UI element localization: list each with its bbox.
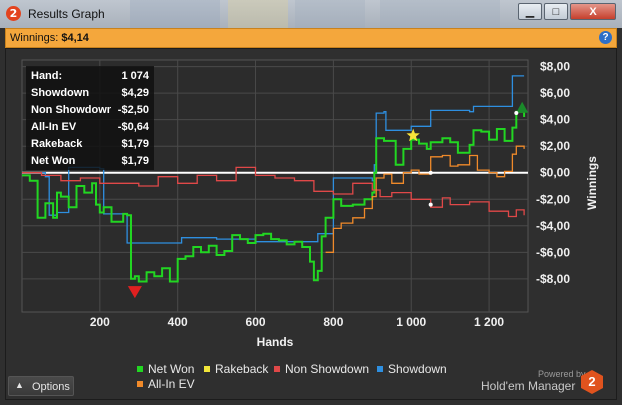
dot-marker — [514, 111, 519, 116]
legend-label: Rakeback — [215, 362, 269, 376]
dot-marker — [428, 170, 433, 175]
y-tick-label: $4,00 — [540, 113, 570, 127]
legend-swatch — [204, 366, 210, 372]
y-tick-label: $6,00 — [540, 86, 570, 100]
stat-row-all-in-ev: All-In EV -$0,64 — [31, 118, 149, 135]
stat-label: Net Won — [31, 155, 76, 167]
stat-label: Non Showdown — [31, 104, 111, 116]
legend-item-rakeback[interactable]: Rakeback — [204, 362, 268, 376]
legend-label: Showdown — [388, 362, 447, 376]
x-tick-label: 800 — [323, 315, 343, 329]
stat-row-rakeback: Rakeback $1,79 — [31, 135, 149, 152]
legend-item-showdown[interactable]: Showdown — [377, 362, 447, 376]
y-axis-label: Winnings — [585, 156, 599, 210]
stat-row-non-showdown: Non Showdown -$2,50 — [31, 101, 149, 118]
x-tick-label: 400 — [168, 315, 188, 329]
brand-name: Hold'em Manager — [481, 379, 576, 393]
legend-swatch — [274, 366, 280, 372]
x-tick-label: 600 — [246, 315, 266, 329]
stat-value: -$2,50 — [117, 104, 149, 116]
stat-row-showdown: Showdown $4,29 — [31, 84, 149, 101]
x-tick-label: 1 200 — [474, 315, 504, 329]
legend-label: Non Showdown — [285, 362, 370, 376]
y-tick-label: -$8,00 — [536, 272, 570, 286]
stat-label: All-In EV — [31, 121, 77, 133]
x-axis-ticks: 200 400 600 800 1 000 1 200 — [90, 315, 505, 329]
stat-value: $4,29 — [121, 87, 149, 99]
legend-swatch — [137, 366, 143, 372]
y-tick-label: -$6,00 — [536, 245, 570, 259]
y-tick-label: $0,00 — [540, 166, 570, 180]
chevron-up-icon: ▲ — [15, 380, 24, 390]
stat-label: Rakeback — [31, 138, 83, 150]
x-axis-label: Hands — [257, 335, 294, 349]
y-tick-label: -$4,00 — [536, 219, 570, 233]
options-button[interactable]: ▲ Options — [8, 376, 74, 396]
stat-label: Showdown — [31, 87, 90, 99]
options-label: Options — [32, 381, 70, 393]
stat-value: $1,79 — [121, 155, 149, 167]
stat-label: Hand: — [31, 70, 63, 82]
stat-row-net-won: Net Won $1,79 — [31, 152, 149, 169]
legend-item-net-won[interactable]: Net Won — [137, 362, 194, 376]
results-chart: 200 400 600 800 1 000 1 200 $8,00 $6,00 $4,00 $2… — [21, 59, 599, 349]
y-tick-label: -$2,00 — [536, 192, 570, 206]
legend-label: All-In EV — [148, 377, 195, 391]
legend-label: Net Won — [148, 362, 195, 376]
stat-value: $1,79 — [121, 138, 149, 150]
stat-value: 1 074 — [121, 70, 149, 82]
y-tick-label: $8,00 — [540, 60, 570, 74]
x-tick-label: 200 — [90, 315, 110, 329]
legend-item-non-showdown[interactable]: Non Showdown — [274, 362, 369, 376]
stat-row-hand: Hand: 1 074 — [31, 67, 149, 84]
stats-box: Hand: 1 074 Showdown $4,29 Non Showdown -$2… — [26, 66, 154, 170]
x-tick-label: 1 000 — [396, 315, 426, 329]
y-axis-ticks: $8,00 $6,00 $4,00 $2,00 $0,00 -$2,00 -$4,00 -$6… — [536, 60, 570, 286]
legend-swatch — [377, 366, 383, 372]
legend-swatch — [137, 381, 143, 387]
y-tick-label: $2,00 — [540, 139, 570, 153]
legend-item-all-in-ev[interactable]: All-In EV — [137, 377, 195, 391]
stat-value: -$0,64 — [117, 121, 149, 133]
dot-marker — [428, 202, 433, 207]
powered-by-text: Powered by — [538, 369, 586, 379]
